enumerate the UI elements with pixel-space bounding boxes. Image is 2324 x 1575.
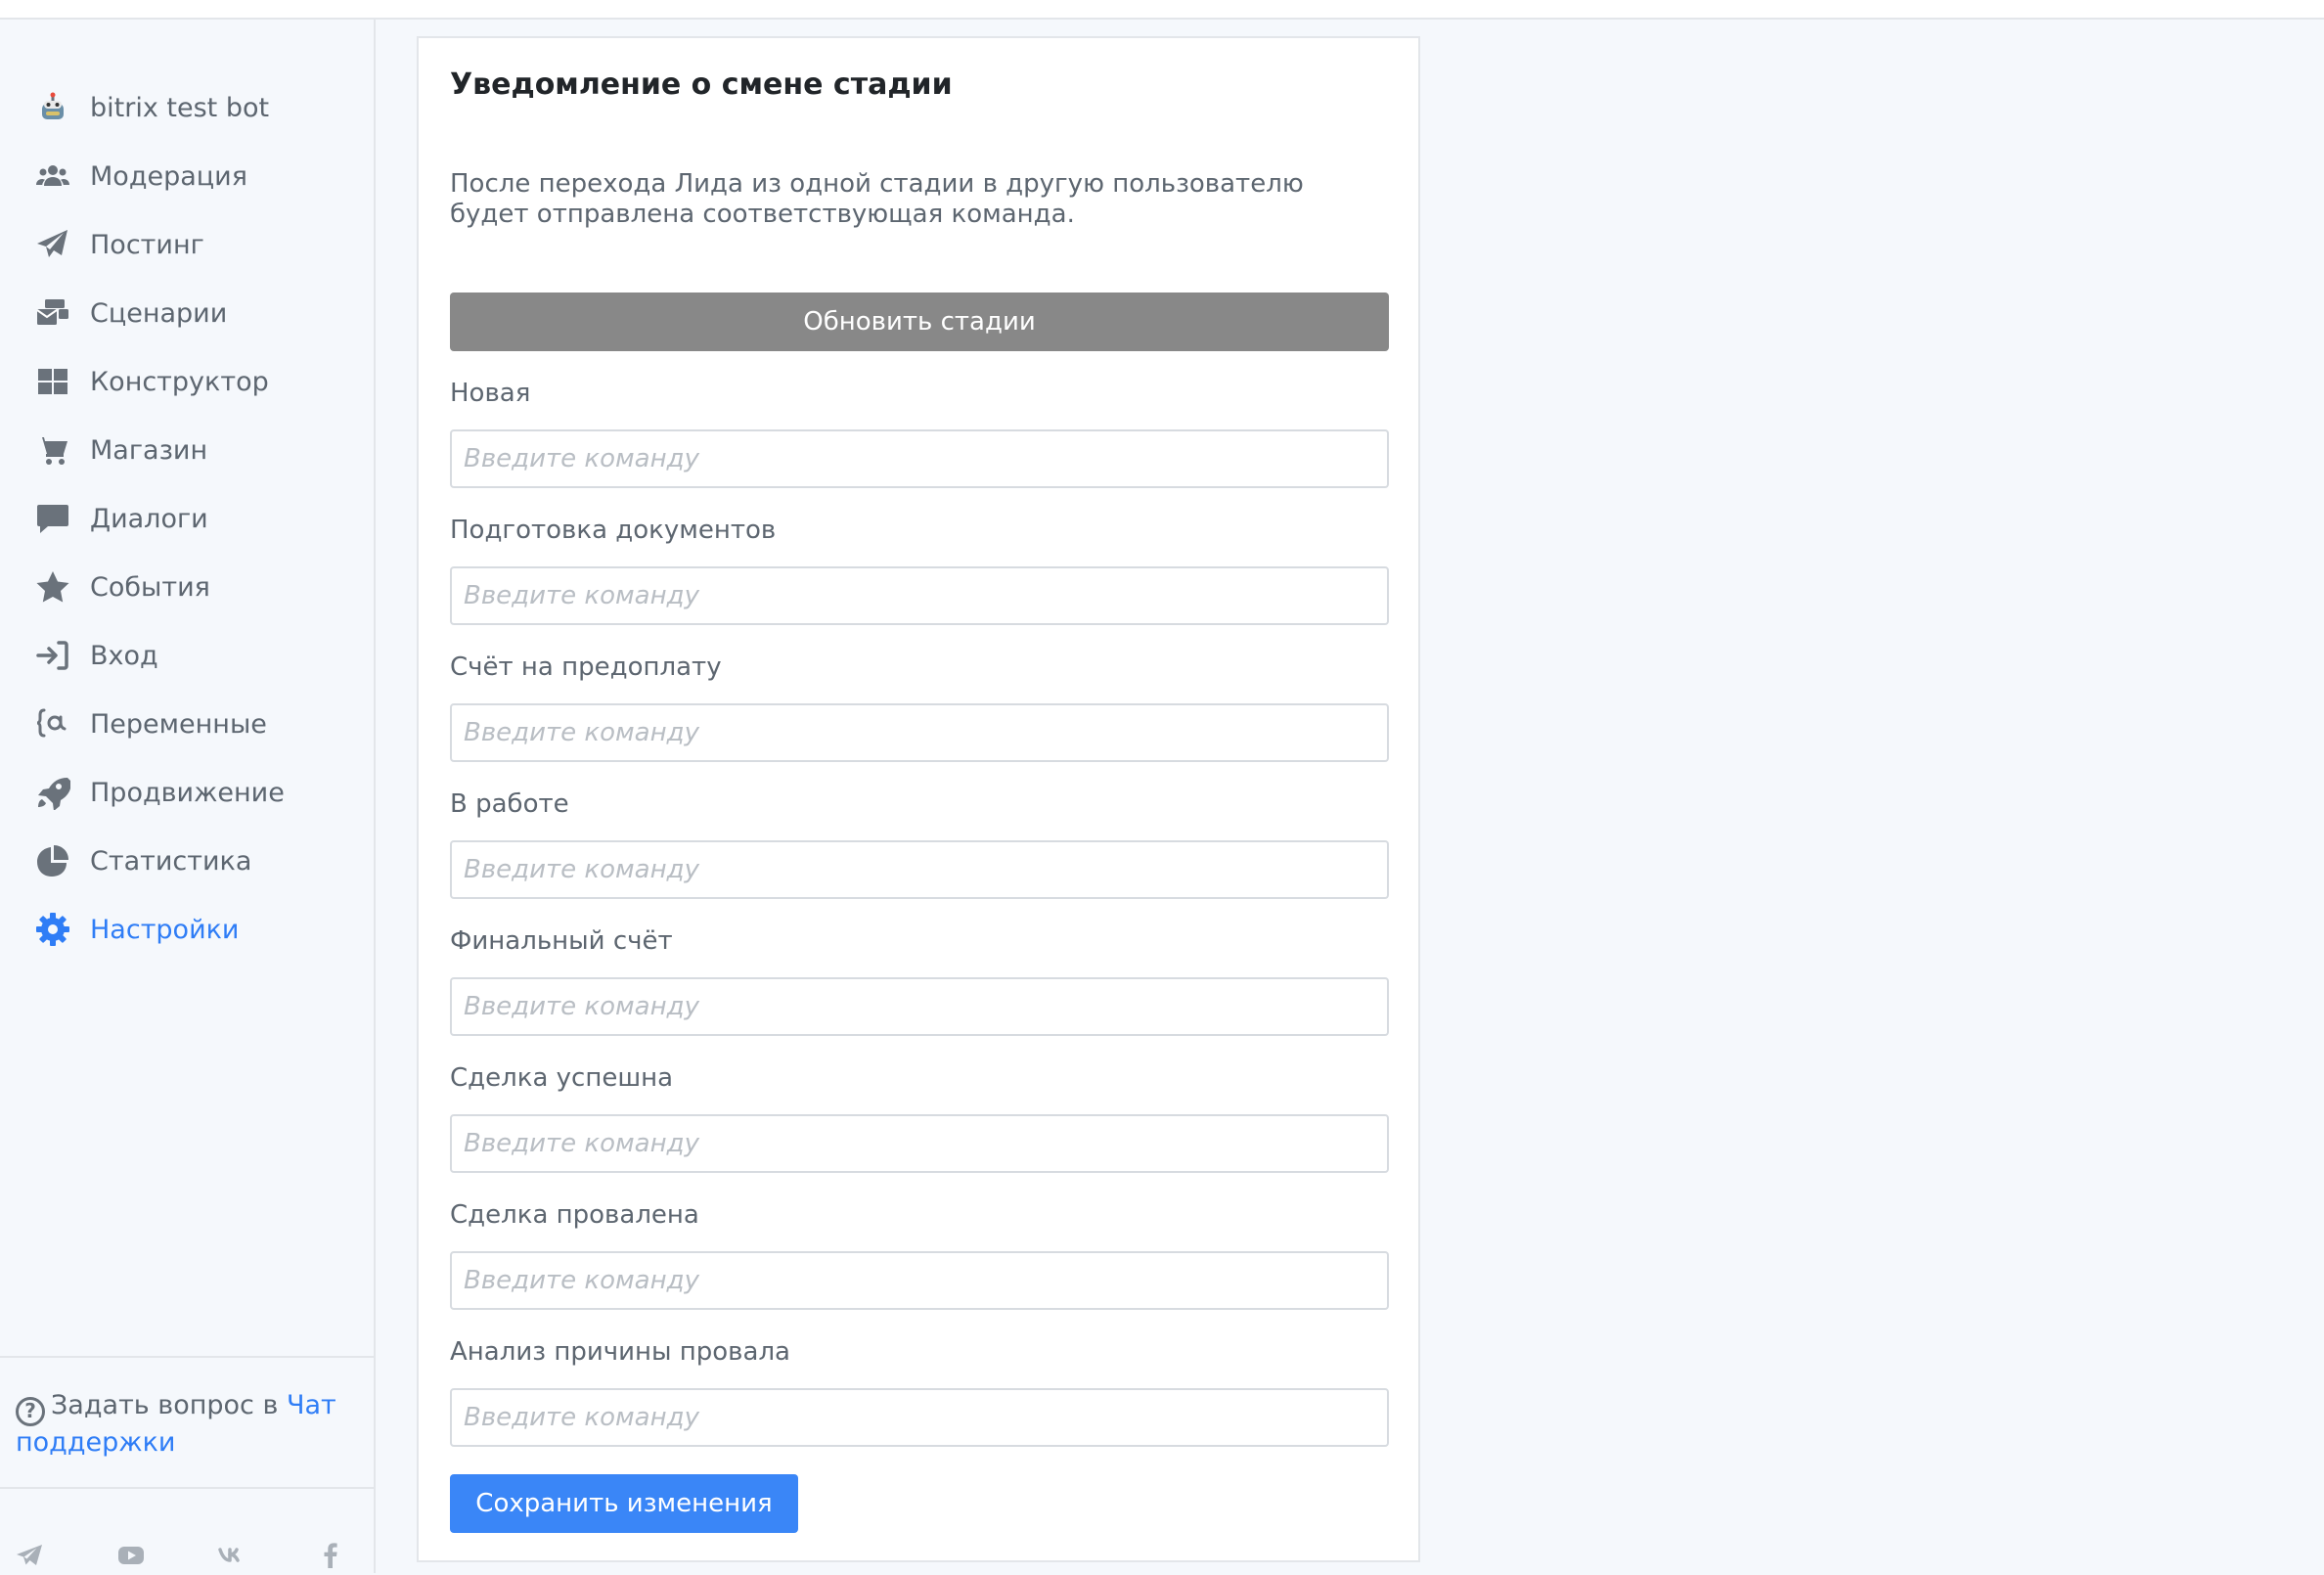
sidebar-item-promotion[interactable]: Продвижение — [33, 763, 285, 822]
social-links — [0, 1536, 374, 1575]
update-stages-button[interactable]: Обновить стадии — [450, 292, 1389, 351]
stage-command-input-in-progress[interactable] — [450, 840, 1389, 899]
sidebar-item-label: Постинг — [90, 229, 204, 260]
top-bar — [0, 0, 2324, 20]
sidebar-item-label: bitrix test bot — [90, 92, 270, 123]
sidebar-item-posting[interactable]: Постинг — [33, 215, 204, 274]
sidebar-item-variables[interactable]: Переменные — [33, 695, 267, 753]
vk-icon[interactable] — [213, 1536, 252, 1575]
rocket-icon — [33, 773, 72, 812]
sidebar-item-statistics[interactable]: Статистика — [33, 832, 251, 890]
telegram-icon[interactable] — [10, 1536, 49, 1575]
sidebar-divider — [0, 1356, 374, 1358]
support-prompt: ? Задать вопрос в Чат поддержки — [16, 1389, 348, 1460]
sign-in-icon — [33, 636, 72, 675]
pie-chart-icon — [33, 841, 72, 880]
field-label: Новая — [450, 379, 531, 408]
mail-bulk-icon — [33, 293, 72, 333]
sidebar-item-label: События — [90, 571, 210, 603]
stage-command-input-loss-analysis[interactable] — [450, 1388, 1389, 1447]
field-label: Счёт на предоплату — [450, 652, 722, 682]
sidebar-item-dialogs[interactable]: Диалоги — [33, 489, 208, 548]
sidebar-item-label: Вход — [90, 640, 158, 671]
stage-command-input-prepayment[interactable] — [450, 703, 1389, 762]
sidebar-item-settings[interactable]: Настройки — [33, 900, 239, 959]
sidebar-item-shop[interactable]: Магазин — [33, 421, 207, 479]
sidebar-item-events[interactable]: События — [33, 558, 210, 616]
cart-icon — [33, 430, 72, 470]
sidebar-item-label: Переменные — [90, 708, 267, 740]
stage-command-input-new[interactable] — [450, 429, 1389, 488]
field-label: В работе — [450, 789, 569, 819]
field-label: Сделка успешна — [450, 1063, 674, 1093]
chat-bubble-icon — [33, 499, 72, 538]
stage-command-input-documents[interactable] — [450, 566, 1389, 625]
grid-icon — [33, 362, 72, 401]
sidebar-item-bot[interactable]: bitrix test bot — [33, 78, 269, 137]
stage-command-input-final-invoice[interactable] — [450, 977, 1389, 1036]
field-label: Анализ причины провала — [450, 1337, 790, 1367]
variable-icon — [33, 704, 72, 743]
sidebar-item-label: Диалоги — [90, 503, 208, 534]
field-label: Подготовка документов — [450, 516, 777, 545]
stage-notification-card: Уведомление о смене стадии После переход… — [417, 36, 1420, 1562]
youtube-icon[interactable] — [112, 1536, 151, 1575]
facebook-icon[interactable] — [311, 1536, 350, 1575]
sidebar-item-moderation[interactable]: Модерация — [33, 147, 247, 205]
gear-icon — [33, 910, 72, 949]
question-circle-icon: ? — [16, 1397, 45, 1426]
star-icon — [33, 567, 72, 607]
support-prefix: Задать вопрос в — [51, 1390, 287, 1420]
sidebar-item-label: Конструктор — [90, 366, 269, 397]
sidebar-item-label: Магазин — [90, 434, 208, 466]
stage-command-input-deal-won[interactable] — [450, 1114, 1389, 1173]
stage-command-input-deal-lost[interactable] — [450, 1251, 1389, 1310]
sidebar-divider — [0, 1487, 374, 1489]
sidebar-item-login[interactable]: Вход — [33, 626, 158, 685]
bot-icon — [33, 88, 72, 127]
sidebar-item-label: Статистика — [90, 845, 252, 877]
users-icon — [33, 157, 72, 196]
card-title: Уведомление о смене стадии — [450, 68, 953, 102]
field-label: Финальный счёт — [450, 926, 673, 956]
sidebar: bitrix test bot Модерация Постинг Сценар… — [0, 20, 376, 1573]
card-description: После перехода Лида из одной стадии в др… — [450, 169, 1304, 229]
field-label: Сделка провалена — [450, 1200, 699, 1230]
sidebar-item-constructor[interactable]: Конструктор — [33, 352, 269, 411]
sidebar-item-scenarios[interactable]: Сценарии — [33, 284, 227, 342]
paper-plane-icon — [33, 225, 72, 264]
sidebar-item-label: Настройки — [90, 914, 240, 945]
save-changes-button[interactable]: Сохранить изменения — [450, 1474, 798, 1533]
sidebar-item-label: Продвижение — [90, 777, 285, 808]
sidebar-item-label: Сценарии — [90, 297, 228, 329]
sidebar-item-label: Модерация — [90, 160, 247, 192]
